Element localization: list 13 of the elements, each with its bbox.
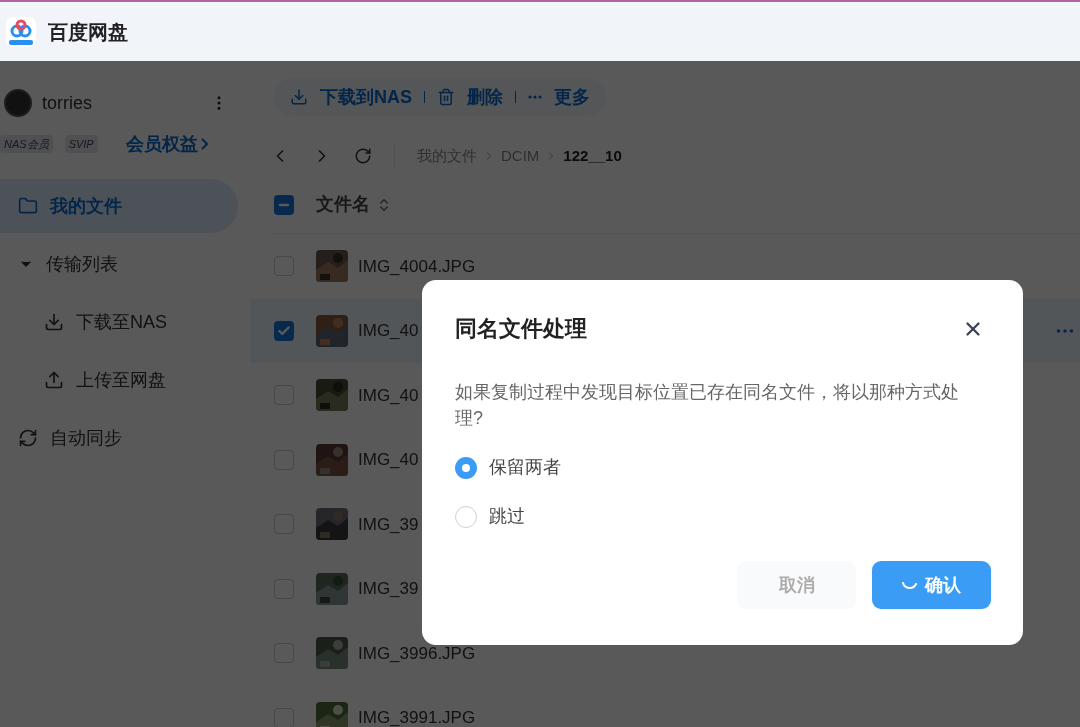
dialog-title: 同名文件处理 bbox=[455, 315, 587, 343]
file-name: IMG_3991.JPG bbox=[358, 707, 476, 727]
file-name: IMG_40 bbox=[358, 384, 419, 407]
app-title: 百度网盘 bbox=[48, 19, 128, 45]
dialog-message: 如果复制过程中发现目标位置已存在同名文件，将以那种方式处理? bbox=[455, 381, 960, 430]
member-badge: SVIP bbox=[64, 134, 98, 154]
file-name: IMG_40 bbox=[358, 320, 419, 342]
user-name: torries bbox=[42, 91, 93, 115]
file-name: IMG_39 bbox=[358, 513, 419, 536]
file-name: IMG_40 bbox=[358, 449, 419, 471]
file-name: IMG_3996.JPG bbox=[358, 642, 476, 665]
file-name: IMG_39 bbox=[358, 578, 419, 600]
file-name: IMG_4004.JPG bbox=[358, 255, 476, 278]
